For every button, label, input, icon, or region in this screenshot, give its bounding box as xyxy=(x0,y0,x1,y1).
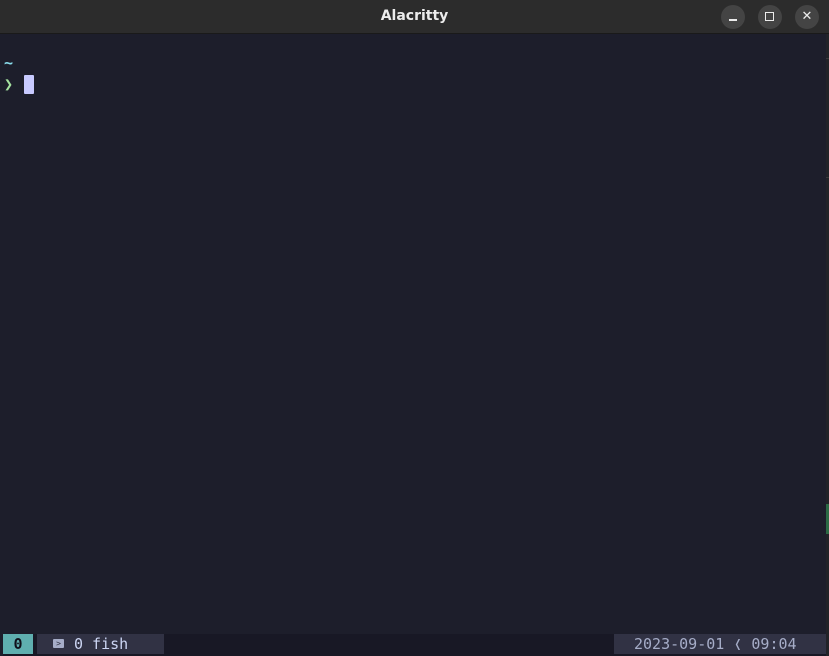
window-tab-fish[interactable]: > 0 fish xyxy=(37,634,164,654)
current-directory: ~ xyxy=(4,54,14,72)
title-bar[interactable]: Alacritty ✕ xyxy=(0,0,829,34)
terminal-area[interactable]: ~ ❯ xyxy=(3,34,826,634)
session-indicator[interactable]: 0 xyxy=(3,634,33,654)
window-title: Alacritty xyxy=(380,8,449,24)
close-button[interactable]: ✕ xyxy=(795,5,819,29)
prompt-symbol: ❯ xyxy=(4,75,14,93)
text-cursor xyxy=(24,75,34,94)
window-tab-label: 0 fish xyxy=(74,635,129,653)
close-icon: ✕ xyxy=(801,9,813,24)
tmux-status-bar: 0 > 0 fish 2023-09-01 ❬ 09:04 xyxy=(3,634,826,656)
status-datetime: 2023-09-01 ❬ 09:04 xyxy=(614,634,826,654)
maximize-icon xyxy=(765,12,774,21)
minimize-icon xyxy=(729,19,737,21)
alacritty-window: Alacritty ✕ ~ ❯ 0 > 0 fish 2023-09-01 ❬ … xyxy=(0,0,829,656)
minimize-button[interactable] xyxy=(721,5,745,29)
terminal-icon: > xyxy=(53,639,64,648)
maximize-button[interactable] xyxy=(758,5,782,29)
